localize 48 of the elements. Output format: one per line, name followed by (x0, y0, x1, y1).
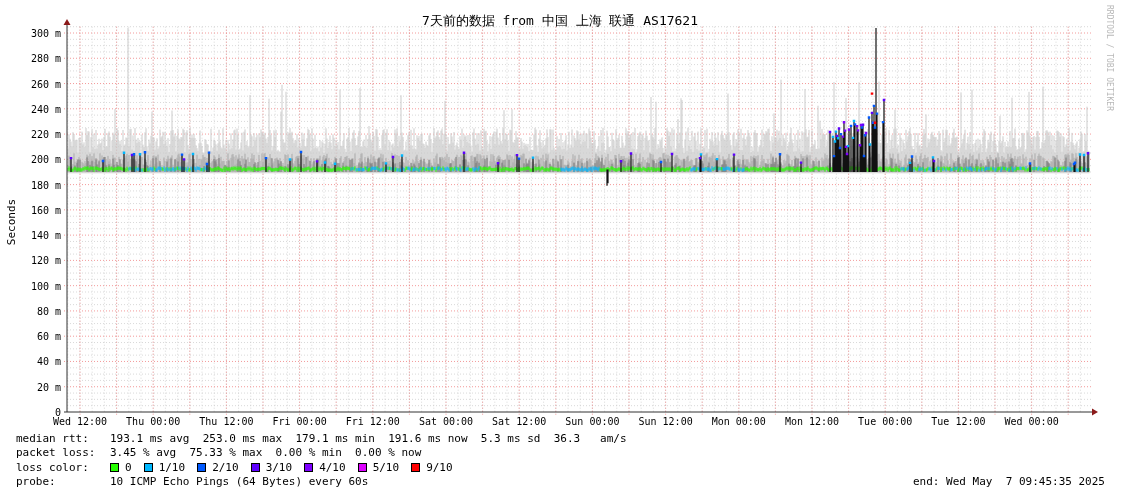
y-tick-label: 60 m (36, 331, 61, 343)
x-tick-label: Sat 00:00 (418, 416, 474, 427)
legend-label: packet loss: (16, 446, 97, 460)
end-time: end: Wed May 7 09:45:35 2025 (912, 475, 1105, 489)
y-tick-label: 80 m (36, 305, 61, 317)
x-tick-label: Sat 12:00 (492, 416, 547, 427)
y-tick-label: 0 (54, 407, 61, 418)
x-tick-label: Mon 00:00 (711, 416, 766, 427)
packet-loss-stats: 3.45 % avg 75.33 % max 0.00 % min 0.00 % now (110, 446, 422, 460)
y-tick-label: 140 m (30, 230, 61, 242)
legend-label: loss color: (16, 460, 90, 474)
swatch-label: 5/10 (372, 460, 400, 474)
swatch-label: 0 (125, 460, 132, 474)
probe-text: 10 ICMP Echo Pings (64 Bytes) every 60s (110, 475, 369, 489)
y-tick-label: 40 m (36, 356, 61, 368)
credit-text: RRDTOOL / TOBI OETIKER (1105, 5, 1114, 111)
graph-title: 7天前的数据 from 中国 上海 联通 AS17621 (421, 13, 699, 28)
x-tick-label: Thu 00:00 (126, 416, 181, 427)
x-tick-label: Sun 00:00 (565, 416, 620, 427)
legend-label: probe: (16, 475, 57, 489)
y-axis-label: Seconds (5, 198, 18, 246)
y-tick-label: 160 m (30, 204, 61, 216)
median-rtt-stats: 193.1 ms avg 253.0 ms max 179.1 ms min 191.6 ms now 5.3 ms sd 36.3 am/s (110, 431, 627, 445)
x-tick-label: Sun 12:00 (638, 416, 693, 427)
y-tick-label: 200 m (30, 154, 61, 166)
y-tick-label: 300 m (30, 28, 61, 39)
y-tick-label: 280 m (30, 53, 61, 65)
swatch-label: 1/10 (158, 460, 186, 474)
y-tick-label: 220 m (30, 129, 61, 141)
y-tick-label: 120 m (30, 255, 61, 267)
y-tick-label: 240 m (30, 103, 61, 115)
x-tick-label: Tue 12:00 (931, 416, 986, 427)
x-tick-label: Thu 12:00 (199, 416, 254, 427)
y-tick-label: 180 m (30, 179, 61, 191)
x-tick-label: Fri 00:00 (272, 416, 327, 427)
swatch-label: 2/10 (212, 460, 239, 474)
y-tick-label: 100 m (30, 280, 61, 292)
swatch-label: 3/10 (265, 460, 293, 474)
x-tick-label: Mon 12:00 (784, 416, 840, 427)
x-tick-label: Wed 00:00 (1004, 416, 1059, 427)
x-tick-label: Wed 12:00 (52, 416, 108, 427)
y-tick-label: 260 m (30, 78, 61, 90)
swatch-label: 9/10 (426, 460, 453, 474)
legend-label: median rtt: (16, 431, 90, 445)
x-tick-label: Fri 12:00 (345, 416, 400, 427)
x-tick-label: Tue 00:00 (858, 416, 913, 427)
swatch-label: 4/10 (319, 460, 346, 474)
y-tick-label: 20 m (36, 381, 61, 393)
